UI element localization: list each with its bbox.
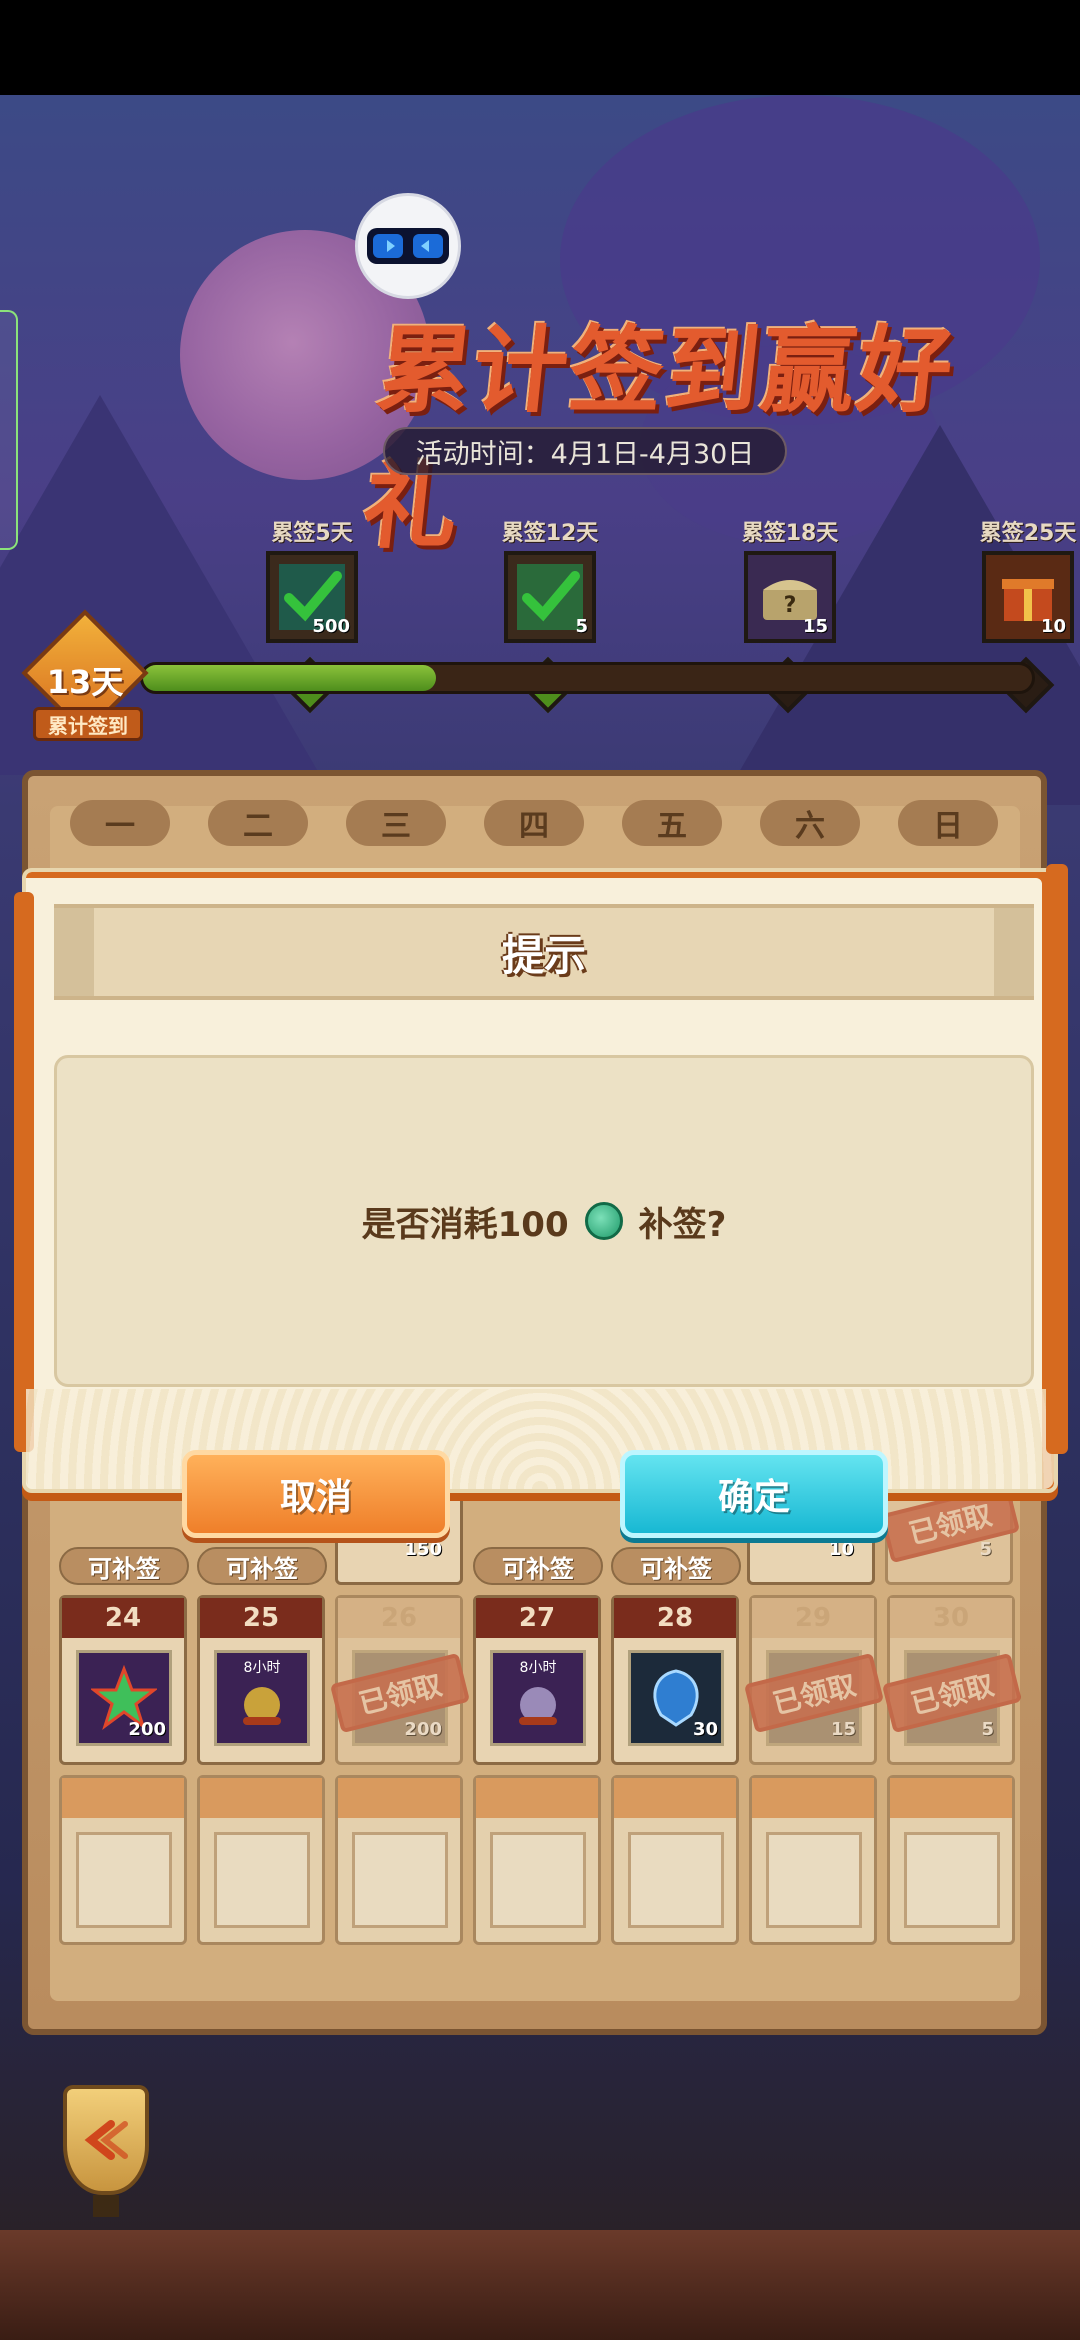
milestone-12[interactable]: 累签12天 5 [490,515,610,714]
makeup-tag[interactable]: 可补签 [197,1547,327,1585]
calendar-cell-26[interactable]: 26 200 已领取 [329,1595,471,1765]
milestone-count: 5 [575,616,588,637]
dialog-header-edge [994,908,1034,996]
claimed-stamp: 已领取 [879,1482,1021,1564]
milestone-label: 累签25天 [979,521,1077,546]
cell-quantity: 150 [404,1539,442,1560]
milestone-label: 累签18天 [741,521,839,546]
svg-text:?: ? [784,593,797,618]
milestone-25[interactable]: 累签25天 10 [968,515,1080,714]
floor-decoration [0,2230,1080,2340]
cell-tag: 8小时 [519,1660,557,1676]
calendar-empty-cell [749,1775,877,1945]
cell-day: 27 [476,1598,598,1638]
calendar-empty-cell [887,1775,1015,1945]
dialog-message: 是否消耗100 补签? [361,1197,727,1246]
calendar-empty-cell [197,1775,325,1945]
makeup-tag[interactable]: 可补签 [59,1547,189,1585]
total-days: 13天 [46,663,124,701]
goggles-icon [367,228,449,264]
cell-day: 24 [62,1598,184,1638]
weekday-thu: 四 [484,800,584,846]
calendar-empty-cell [59,1775,187,1945]
milestone-18[interactable]: 累签18天 ? 15 [730,515,850,714]
cell-tag: 8小时 [243,1660,281,1676]
milestone-count: 15 [802,616,828,637]
cell-reward: 8小时 [214,1650,310,1746]
milestone-reward: 10 [982,551,1074,643]
cell-reward: 8小时 [490,1650,586,1746]
weekday-row: 一 二 三 四 五 六 日 [42,800,1042,860]
milestone-reward: ? 15 [744,551,836,643]
calendar-cell-24[interactable]: 24 200 [59,1595,187,1765]
dialog-body: 是否消耗100 补签? [54,1055,1034,1387]
player-avatar[interactable] [355,193,461,299]
dialog-header: 提示 [54,904,1034,1000]
dialog-header-edge [54,908,94,996]
back-shield [63,2085,149,2195]
cell-quantity: 5 [981,1719,994,1740]
makeup-tag[interactable]: 可补签 [611,1547,741,1585]
milestone-count: 500 [312,616,350,637]
calendar-cell-29[interactable]: 29 15 已领取 [743,1595,885,1765]
event-date-range: 活动时间：4月1日-4月30日 [383,427,787,475]
milestone-label: 累签5天 [271,521,353,546]
calendar-empty-cell [335,1775,463,1945]
calendar-empty-cell [611,1775,739,1945]
dialog-message-suffix: 补签? [638,1204,727,1245]
signin-progress-fill [143,665,437,691]
back-arrow-icon [84,2120,128,2160]
weekday-fri: 五 [622,800,722,846]
milestone-reward: 500 [266,551,358,643]
back-stand [93,2195,119,2217]
cell-quantity: 10 [828,1539,854,1560]
calendar-cell-27[interactable]: 27 8小时 [473,1595,601,1765]
dialog-wave-pattern [26,1389,1054,1489]
weekday-mon: 一 [70,800,170,846]
cell-day: 25 [200,1598,322,1638]
weekday-sun: 日 [898,800,998,846]
check-icon [517,564,583,630]
side-drawer-handle[interactable] [0,310,18,550]
confirm-button[interactable]: 确定 [620,1450,888,1538]
calendar-cell-28[interactable]: 28 30 [611,1595,739,1765]
signin-progress-bar [140,662,1035,694]
dialog-title: 提示 [501,930,586,980]
calendar-empty-cell [473,1775,601,1945]
milestone-5[interactable]: 累签5天 500 [252,515,372,714]
cell-day: 29 [752,1598,874,1638]
cell-quantity: 15 [830,1719,856,1740]
cancel-button[interactable]: 取消 [182,1450,450,1538]
milestone-reward: 5 [504,551,596,643]
cell-day: 28 [614,1598,736,1638]
milestone-label: 累签12天 [501,521,599,546]
dialog-message-prefix: 是否消耗100 [361,1204,569,1245]
cell-quantity: 200 [128,1719,166,1740]
weekday-sat: 六 [760,800,860,846]
calendar-cell-30[interactable]: 30 5 已领取 [881,1595,1023,1765]
makeup-signin-dialog: 提示 是否消耗100 补签? [14,864,1068,1493]
event-title: 累计签到赢好礼 [357,316,960,562]
total-days-badge: 13天 累计签到 [15,609,155,755]
cell-quantity: 200 [404,1719,442,1740]
calendar-cell-25[interactable]: 25 8小时 [197,1595,325,1765]
weekday-wed: 三 [346,800,446,846]
jade-coin-icon [584,1202,623,1240]
milestone-count: 10 [1040,616,1066,637]
total-days-label: 累计签到 [33,707,143,741]
cell-quantity: 30 [692,1719,718,1740]
cell-quantity: 5 [979,1539,992,1560]
back-button[interactable] [55,2085,155,2225]
weekday-tue: 二 [208,800,308,846]
cell-day: 30 [890,1598,1012,1638]
makeup-tag[interactable]: 可补签 [473,1547,603,1585]
cell-day: 26 [338,1598,460,1638]
